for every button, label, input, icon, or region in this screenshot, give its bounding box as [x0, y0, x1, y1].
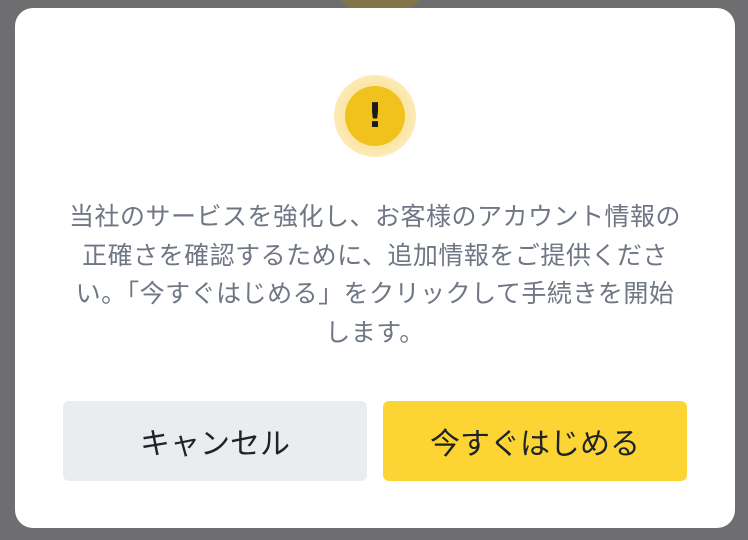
exclamation-glyph: ! — [367, 96, 383, 136]
cancel-button[interactable]: キャンセル — [63, 401, 367, 481]
dialog-message: 当社のサービスを強化し、お客様のアカウント情報の正確さを確認するために、追加情報… — [68, 202, 681, 347]
exclamation-warning-icon: ! — [345, 86, 405, 146]
start-now-button[interactable]: 今すぐはじめる — [383, 401, 687, 481]
warning-icon-halo: ! — [334, 75, 416, 157]
confirmation-dialog: ! 当社のサービスを強化し、お客様のアカウント情報の正確さを確認するために、追加… — [15, 8, 735, 528]
